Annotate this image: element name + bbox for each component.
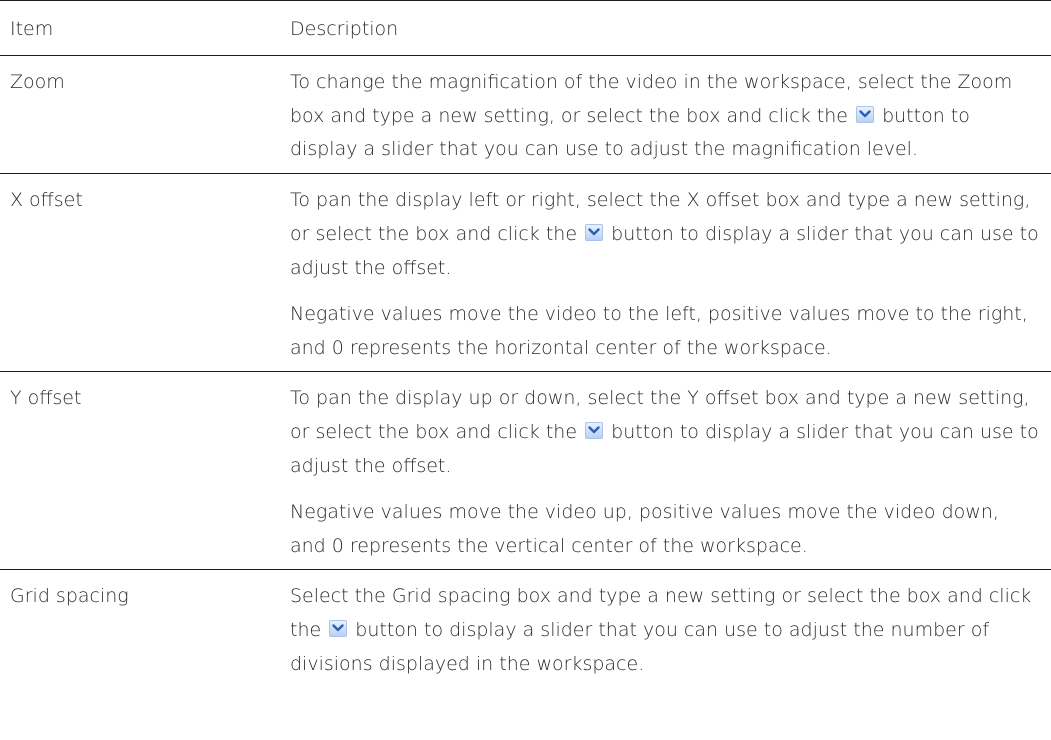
description-note: Negative values move the video up, posit…	[290, 500, 999, 557]
description-note: Negative values move the video to the le…	[290, 302, 1028, 359]
description-paragraph: To pan the display left or right, select…	[290, 184, 1039, 285]
table-row-y-offset: Y offset To pan the display up or down, …	[0, 372, 1051, 571]
item-name: X offset	[10, 189, 83, 212]
chevron-down-icon	[329, 620, 348, 638]
item-name: Y offset	[10, 387, 82, 410]
item-description: Select the Grid spacing box and type a n…	[290, 570, 1051, 687]
item-description: To change the magnification of the video…	[290, 56, 1051, 173]
description-paragraph: To change the magnification of the video…	[290, 66, 1039, 167]
item-description: To pan the display up or down, select th…	[290, 372, 1051, 569]
chevron-down-icon	[856, 105, 875, 123]
table-row-x-offset: X offset To pan the display left or righ…	[0, 174, 1051, 373]
table-header-row: Item Description	[0, 1, 1051, 56]
description-paragraph: Select the Grid spacing box and type a n…	[290, 580, 1039, 681]
table-row-grid-spacing: Grid spacing Select the Grid spacing box…	[0, 570, 1051, 687]
table-row-zoom: Zoom To change the magnification of the …	[0, 56, 1051, 175]
description-text: button to display a slider that you can …	[290, 619, 990, 675]
chevron-down-icon	[585, 224, 604, 242]
description-paragraph: To pan the display up or down, select th…	[290, 382, 1039, 483]
description-column-header: Description	[290, 18, 399, 40]
item-column-header: Item	[10, 18, 54, 40]
item-name: Zoom	[10, 70, 65, 93]
chevron-down-icon	[585, 422, 604, 440]
item-description: To pan the display left or right, select…	[290, 174, 1051, 371]
item-name: Grid spacing	[10, 585, 129, 608]
description-table: Item Description Zoom To change the magn…	[0, 0, 1051, 688]
